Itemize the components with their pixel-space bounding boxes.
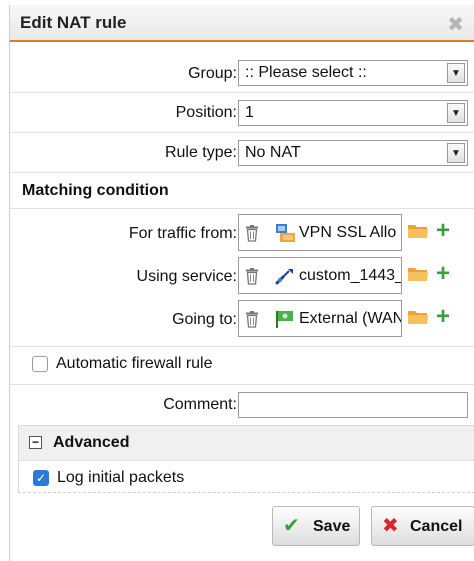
auto-firewall-label: Automatic firewall rule — [56, 355, 213, 372]
group-select[interactable]: :: Please select :: ▼ — [238, 60, 468, 86]
save-button[interactable]: ✔ Save — [272, 506, 360, 546]
traffic-from-value: VPN SSL Allo — [299, 224, 397, 241]
interface-flag-icon — [276, 311, 293, 328]
traffic-from-label: For traffic from: — [128, 225, 237, 242]
cancel-button[interactable]: ✖ Cancel — [371, 506, 474, 546]
folder-icon[interactable] — [407, 265, 429, 282]
going-to-label: Going to: — [172, 311, 237, 328]
trash-icon[interactable] — [245, 225, 259, 242]
group-select-value: :: Please select :: — [245, 64, 367, 81]
comment-label: Comment: — [163, 396, 237, 413]
auto-firewall-checkbox[interactable] — [32, 356, 48, 372]
group-label: Group: — [188, 65, 237, 82]
folder-icon[interactable] — [407, 308, 429, 325]
matching-condition-title: Matching condition — [22, 182, 169, 199]
divider — [10, 172, 474, 173]
cancel-button-label: Cancel — [410, 518, 463, 535]
close-icon[interactable]: ✖ — [447, 12, 464, 37]
position-label: Position: — [175, 104, 237, 121]
add-icon[interactable]: + — [436, 219, 450, 243]
dialog-titlebar: Edit NAT rule ✖ — [10, 5, 474, 42]
log-initial-packets-checkbox[interactable]: ✓ — [33, 470, 49, 486]
divider — [10, 208, 474, 209]
using-service-value: custom_1443_ — [299, 267, 402, 284]
trash-icon[interactable] — [245, 268, 259, 285]
edit-nat-rule-dialog: Edit NAT rule ✖ Group: :: Please select … — [9, 5, 474, 561]
divider — [10, 132, 474, 133]
divider — [10, 384, 474, 385]
save-button-label: Save — [313, 518, 351, 535]
using-service-field[interactable]: custom_1443_ — [238, 257, 402, 294]
dialog-body: Group: :: Please select :: ▼ Position: 1… — [10, 44, 474, 561]
position-select-value: 1 — [245, 104, 254, 121]
using-service-label: Using service: — [136, 268, 237, 285]
advanced-section: − Advanced ✓ Log initial packets — [18, 425, 474, 493]
going-to-value: External (WAN — [299, 310, 402, 327]
checkmark-icon: ✔ — [283, 515, 300, 537]
collapse-icon[interactable]: − — [29, 436, 42, 449]
divider — [10, 346, 474, 347]
divider — [10, 92, 474, 93]
advanced-header[interactable]: − Advanced — [19, 426, 474, 461]
rule-type-select-value: No NAT — [245, 144, 301, 161]
comment-input[interactable] — [238, 392, 468, 418]
folder-icon[interactable] — [407, 222, 429, 239]
rule-type-label: Rule type: — [164, 144, 237, 161]
add-icon[interactable]: + — [436, 262, 450, 286]
add-icon[interactable]: + — [436, 305, 450, 329]
x-icon: ✖ — [382, 515, 399, 537]
dialog-title: Edit NAT rule — [20, 13, 127, 32]
trash-icon[interactable] — [245, 311, 259, 328]
going-to-field[interactable]: External (WAN — [238, 300, 402, 337]
vpn-network-icon — [276, 224, 295, 242]
chevron-down-icon: ▼ — [447, 103, 465, 123]
log-initial-packets-label: Log initial packets — [57, 469, 185, 486]
chevron-down-icon: ▼ — [447, 63, 465, 83]
position-select[interactable]: 1 ▼ — [238, 100, 468, 126]
advanced-title: Advanced — [53, 434, 130, 451]
service-icon — [275, 269, 293, 285]
traffic-from-field[interactable]: VPN SSL Allo — [238, 214, 402, 251]
rule-type-select[interactable]: No NAT ▼ — [238, 140, 468, 166]
chevron-down-icon: ▼ — [447, 143, 465, 163]
